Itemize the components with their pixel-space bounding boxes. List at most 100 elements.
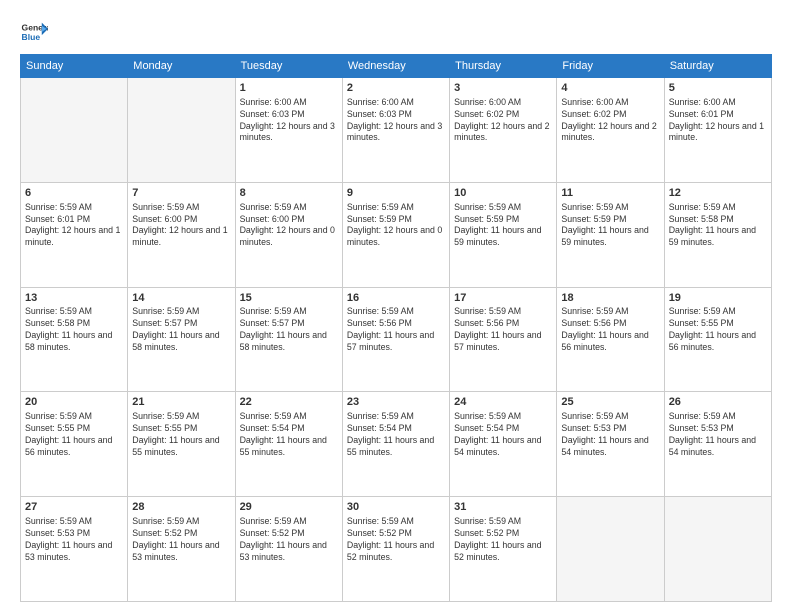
day-cell: 1Sunrise: 6:00 AMSunset: 6:03 PMDaylight… <box>235 78 342 183</box>
week-row-4: 20 Sunrise: 5:59 AMSunset: 5:55 PMDayligh… <box>21 392 772 497</box>
day-info: Sunrise: 5:59 AMSunset: 5:54 PMDaylight:… <box>347 411 445 459</box>
day-number: 17 <box>454 291 552 306</box>
day-cell: 2Sunrise: 6:00 AMSunset: 6:03 PMDaylight… <box>342 78 449 183</box>
day-info: Sunrise: 5:59 AMSunset: 5:54 PMDaylight:… <box>454 411 552 459</box>
day-number: 1 <box>240 81 338 96</box>
day-cell: 14Sunrise: 5:59 AMSunset: 5:57 PMDayligh… <box>128 287 235 392</box>
col-header-sunday: Sunday <box>21 55 128 78</box>
day-cell <box>21 78 128 183</box>
day-info: Sunrise: 5:59 AMSunset: 6:00 PMDaylight:… <box>240 202 338 250</box>
day-info: Sunrise: 5:59 AMSunset: 5:54 PMDaylight:… <box>240 411 338 459</box>
day-number: 24 <box>454 395 552 410</box>
day-number: 22 <box>240 395 338 410</box>
day-cell: 28Sunrise: 5:59 AMSunset: 5:52 PMDayligh… <box>128 497 235 602</box>
day-info: Sunrise: 5:59 AMSunset: 5:57 PMDaylight:… <box>132 306 230 354</box>
day-cell: 10Sunrise: 5:59 AMSunset: 5:59 PMDayligh… <box>450 182 557 287</box>
day-info: Sunrise: 6:00 AMSunset: 6:02 PMDaylight:… <box>561 97 659 145</box>
day-number: 8 <box>240 186 338 201</box>
day-cell: 18Sunrise: 5:59 AMSunset: 5:56 PMDayligh… <box>557 287 664 392</box>
day-info: Sunrise: 5:59 AMSunset: 5:59 PMDaylight:… <box>347 202 445 250</box>
day-cell: 31Sunrise: 5:59 AMSunset: 5:52 PMDayligh… <box>450 497 557 602</box>
day-number: 5 <box>669 81 767 96</box>
day-cell: 9Sunrise: 5:59 AMSunset: 5:59 PMDaylight… <box>342 182 449 287</box>
day-cell: 21Sunrise: 5:59 AMSunset: 5:55 PMDayligh… <box>128 392 235 497</box>
day-cell: 16Sunrise: 5:59 AMSunset: 5:56 PMDayligh… <box>342 287 449 392</box>
col-header-wednesday: Wednesday <box>342 55 449 78</box>
day-number: 2 <box>347 81 445 96</box>
col-header-tuesday: Tuesday <box>235 55 342 78</box>
day-info: Sunrise: 6:00 AMSunset: 6:02 PMDaylight:… <box>454 97 552 145</box>
day-number: 31 <box>454 500 552 515</box>
day-cell <box>664 497 771 602</box>
day-info: Sunrise: 5:59 AMSunset: 5:59 PMDaylight:… <box>454 202 552 250</box>
col-header-saturday: Saturday <box>664 55 771 78</box>
day-number: 19 <box>669 291 767 306</box>
day-number: 18 <box>561 291 659 306</box>
day-cell: 20Sunrise: 5:59 AMSunset: 5:55 PMDayligh… <box>21 392 128 497</box>
day-info: Sunrise: 5:59 AMSunset: 5:52 PMDaylight:… <box>132 516 230 564</box>
day-number: 25 <box>561 395 659 410</box>
day-info: Sunrise: 5:59 AMSunset: 5:56 PMDaylight:… <box>454 306 552 354</box>
day-number: 13 <box>25 291 123 306</box>
day-cell: 5Sunrise: 6:00 AMSunset: 6:01 PMDaylight… <box>664 78 771 183</box>
day-cell: 27Sunrise: 5:59 AMSunset: 5:53 PMDayligh… <box>21 497 128 602</box>
day-number: 15 <box>240 291 338 306</box>
day-number: 4 <box>561 81 659 96</box>
day-info: Sunrise: 5:59 AMSunset: 5:53 PMDaylight:… <box>25 516 123 564</box>
day-cell: 13Sunrise: 5:59 AMSunset: 5:58 PMDayligh… <box>21 287 128 392</box>
day-info: Sunrise: 5:59 AMSunset: 5:52 PMDaylight:… <box>347 516 445 564</box>
day-cell: 29Sunrise: 5:59 AMSunset: 5:52 PMDayligh… <box>235 497 342 602</box>
day-number: 12 <box>669 186 767 201</box>
day-number: 20 <box>25 395 123 410</box>
day-number: 16 <box>347 291 445 306</box>
calendar-table: SundayMondayTuesdayWednesdayThursdayFrid… <box>20 54 772 602</box>
day-info: Sunrise: 5:59 AMSunset: 5:57 PMDaylight:… <box>240 306 338 354</box>
day-cell: 25Sunrise: 5:59 AMSunset: 5:53 PMDayligh… <box>557 392 664 497</box>
day-cell: 19Sunrise: 5:59 AMSunset: 5:55 PMDayligh… <box>664 287 771 392</box>
day-number: 9 <box>347 186 445 201</box>
day-cell: 12Sunrise: 5:59 AMSunset: 5:58 PMDayligh… <box>664 182 771 287</box>
day-number: 27 <box>25 500 123 515</box>
day-cell: 22Sunrise: 5:59 AMSunset: 5:54 PMDayligh… <box>235 392 342 497</box>
day-number: 21 <box>132 395 230 410</box>
day-cell: 24Sunrise: 5:59 AMSunset: 5:54 PMDayligh… <box>450 392 557 497</box>
day-info: Sunrise: 5:59 AMSunset: 5:55 PMDaylight:… <box>132 411 230 459</box>
day-cell: 8Sunrise: 5:59 AMSunset: 6:00 PMDaylight… <box>235 182 342 287</box>
day-info: Sunrise: 6:00 AMSunset: 6:03 PMDaylight:… <box>347 97 445 145</box>
day-number: 11 <box>561 186 659 201</box>
day-number: 30 <box>347 500 445 515</box>
day-info: Sunrise: 5:59 AMSunset: 5:52 PMDaylight:… <box>240 516 338 564</box>
day-number: 6 <box>25 186 123 201</box>
day-cell: 7Sunrise: 5:59 AMSunset: 6:00 PMDaylight… <box>128 182 235 287</box>
page: General Blue SundayMondayTuesdayWednesda… <box>0 0 792 612</box>
day-info: Sunrise: 5:59 AMSunset: 5:58 PMDaylight:… <box>25 306 123 354</box>
day-cell: 6Sunrise: 5:59 AMSunset: 6:01 PMDaylight… <box>21 182 128 287</box>
col-header-monday: Monday <box>128 55 235 78</box>
col-header-friday: Friday <box>557 55 664 78</box>
week-row-1: 1Sunrise: 6:00 AMSunset: 6:03 PMDaylight… <box>21 78 772 183</box>
day-cell: 30Sunrise: 5:59 AMSunset: 5:52 PMDayligh… <box>342 497 449 602</box>
day-info: Sunrise: 6:00 AMSunset: 6:03 PMDaylight:… <box>240 97 338 145</box>
day-info: Sunrise: 5:59 AMSunset: 5:53 PMDaylight:… <box>669 411 767 459</box>
day-cell: 3Sunrise: 6:00 AMSunset: 6:02 PMDaylight… <box>450 78 557 183</box>
day-number: 7 <box>132 186 230 201</box>
header: General Blue <box>20 18 772 46</box>
day-info: Sunrise: 5:59 AMSunset: 5:52 PMDaylight:… <box>454 516 552 564</box>
day-number: 10 <box>454 186 552 201</box>
day-cell <box>557 497 664 602</box>
day-number: 28 <box>132 500 230 515</box>
logo-icon: General Blue <box>20 18 48 46</box>
day-info: Sunrise: 5:59 AMSunset: 5:55 PMDaylight:… <box>669 306 767 354</box>
day-info: Sunrise: 5:59 AMSunset: 5:56 PMDaylight:… <box>561 306 659 354</box>
day-info: Sunrise: 5:59 AMSunset: 6:00 PMDaylight:… <box>132 202 230 250</box>
day-cell <box>128 78 235 183</box>
svg-text:Blue: Blue <box>22 32 41 42</box>
col-header-thursday: Thursday <box>450 55 557 78</box>
day-cell: 26Sunrise: 5:59 AMSunset: 5:53 PMDayligh… <box>664 392 771 497</box>
week-row-5: 27Sunrise: 5:59 AMSunset: 5:53 PMDayligh… <box>21 497 772 602</box>
day-cell: 15Sunrise: 5:59 AMSunset: 5:57 PMDayligh… <box>235 287 342 392</box>
day-number: 14 <box>132 291 230 306</box>
day-cell: 17Sunrise: 5:59 AMSunset: 5:56 PMDayligh… <box>450 287 557 392</box>
week-row-2: 6Sunrise: 5:59 AMSunset: 6:01 PMDaylight… <box>21 182 772 287</box>
day-cell: 4Sunrise: 6:00 AMSunset: 6:02 PMDaylight… <box>557 78 664 183</box>
